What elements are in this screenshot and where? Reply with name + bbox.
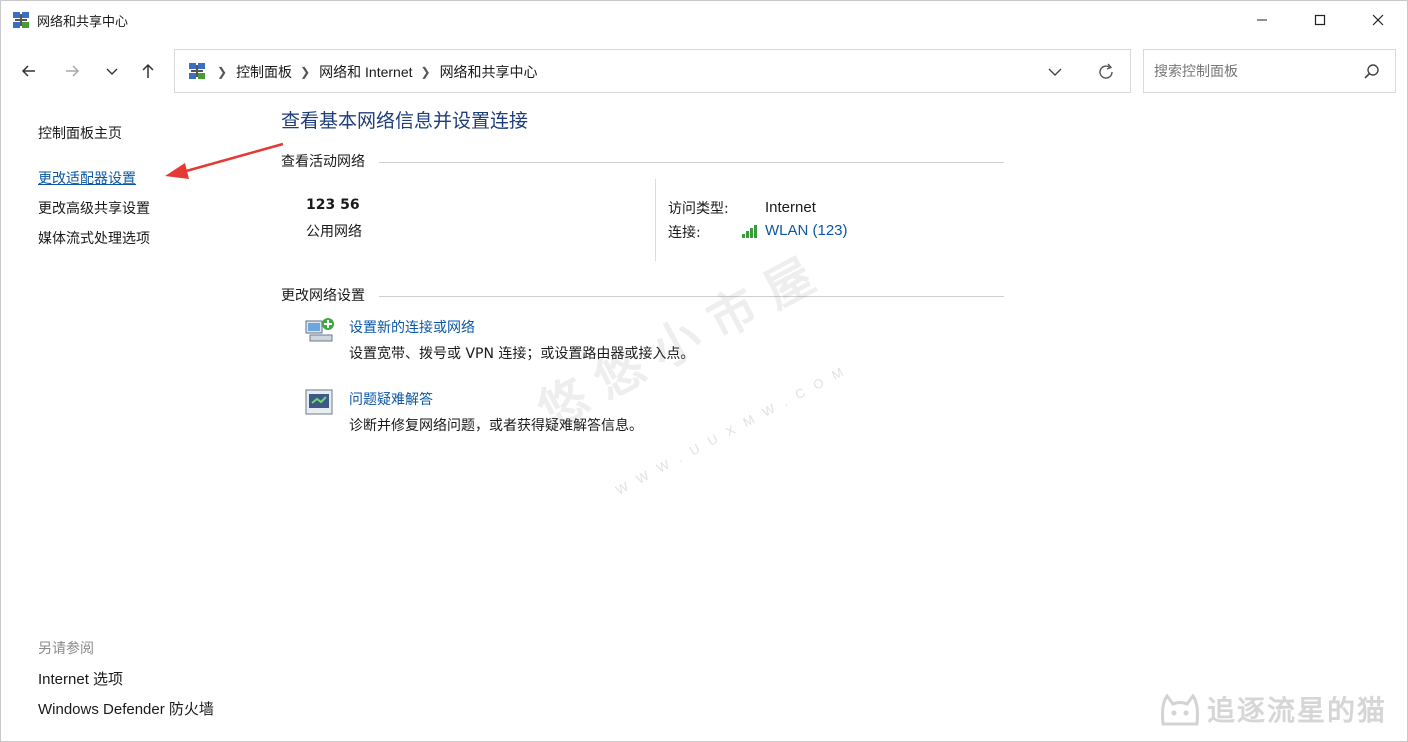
see-also-internet-options[interactable]: Internet 选项 <box>38 668 123 689</box>
setup-new-connection-link[interactable]: 设置新的连接或网络 <box>349 317 475 337</box>
chevron-down-icon <box>106 68 118 75</box>
search-box[interactable] <box>1143 49 1396 93</box>
corner-watermark-text: 追逐流星的猫 <box>1207 694 1388 727</box>
close-icon <box>1372 14 1384 26</box>
network-info-divider <box>655 179 656 261</box>
access-type-value: Internet <box>765 199 816 216</box>
minimize-icon <box>1257 19 1267 21</box>
network-sharing-center-window: 网络和共享中心 ❯ 控制面板 ❯ 网络和 Internet ❯ 网络和共享中心 … <box>0 0 1408 742</box>
network-name: 123 56 <box>306 197 360 213</box>
breadcrumb-network-sharing-center[interactable]: 网络和共享中心 <box>440 62 538 82</box>
breadcrumb-control-panel[interactable]: 控制面板 <box>236 62 292 82</box>
arrow-right-icon <box>66 65 80 77</box>
back-button[interactable] <box>13 55 45 87</box>
sidebar-item-change-adapter-settings[interactable]: 更改适配器设置 <box>38 168 136 188</box>
connection-label: 连接: <box>668 225 701 241</box>
see-also-windows-defender-firewall[interactable]: Windows Defender 防火墙 <box>38 698 214 719</box>
network-center-icon <box>189 63 205 79</box>
search-input[interactable] <box>1152 60 1352 82</box>
sidebar-item-advanced-sharing-settings[interactable]: 更改高级共享设置 <box>38 198 150 218</box>
see-also-heading: 另请参阅 <box>38 641 94 657</box>
annotation-arrow-icon <box>165 142 284 179</box>
chevron-right-icon[interactable]: ❯ <box>300 65 310 79</box>
title-bar[interactable]: 网络和共享中心 <box>1 1 1407 39</box>
arrow-left-icon <box>21 65 35 77</box>
access-type-label: 访问类型: <box>668 201 729 217</box>
maximize-button[interactable] <box>1291 1 1349 39</box>
watermark-text: 悠悠小市屋 <box>528 240 838 441</box>
page-title: 查看基本网络信息并设置连接 <box>281 110 529 132</box>
sidebar-item-control-panel-home[interactable]: 控制面板主页 <box>38 123 122 143</box>
troubleshoot-icon <box>305 389 333 415</box>
cat-logo-icon <box>1161 693 1199 726</box>
close-button[interactable] <box>1349 1 1407 39</box>
minimize-button[interactable] <box>1233 1 1291 39</box>
new-connection-icon <box>305 318 334 342</box>
window-title: 网络和共享中心 <box>37 15 129 30</box>
change-network-settings-heading: 更改网络设置 <box>281 288 365 304</box>
maximize-icon <box>1314 14 1326 26</box>
sidebar-item-media-streaming-options[interactable]: 媒体流式处理选项 <box>38 228 150 248</box>
forward-button[interactable] <box>56 55 88 87</box>
corner-watermark: 追逐流星的猫 <box>1159 689 1387 729</box>
troubleshoot-problems-link[interactable]: 问题疑难解答 <box>349 389 433 409</box>
network-center-icon <box>13 12 29 28</box>
chevron-right-icon[interactable]: ❯ <box>421 65 431 79</box>
breadcrumb-network-internet[interactable]: 网络和 Internet <box>319 62 412 82</box>
address-bar[interactable]: ❯ 控制面板 ❯ 网络和 Internet ❯ 网络和共享中心 <box>174 49 1131 93</box>
network-category: 公用网络 <box>306 224 362 240</box>
breadcrumb: ❯ 控制面板 ❯ 网络和 Internet ❯ 网络和共享中心 <box>213 62 542 82</box>
up-button[interactable] <box>132 55 164 87</box>
section-divider <box>379 162 1004 163</box>
recent-locations-button[interactable] <box>96 55 128 87</box>
search-icon[interactable] <box>1362 62 1382 82</box>
arrow-up-icon <box>142 63 154 78</box>
wifi-signal-icon <box>742 225 757 238</box>
chevron-right-icon: ❯ <box>217 65 228 79</box>
active-networks-heading: 查看活动网络 <box>281 154 365 170</box>
refresh-icon[interactable] <box>1095 61 1117 83</box>
chevron-down-icon[interactable] <box>1045 62 1065 82</box>
